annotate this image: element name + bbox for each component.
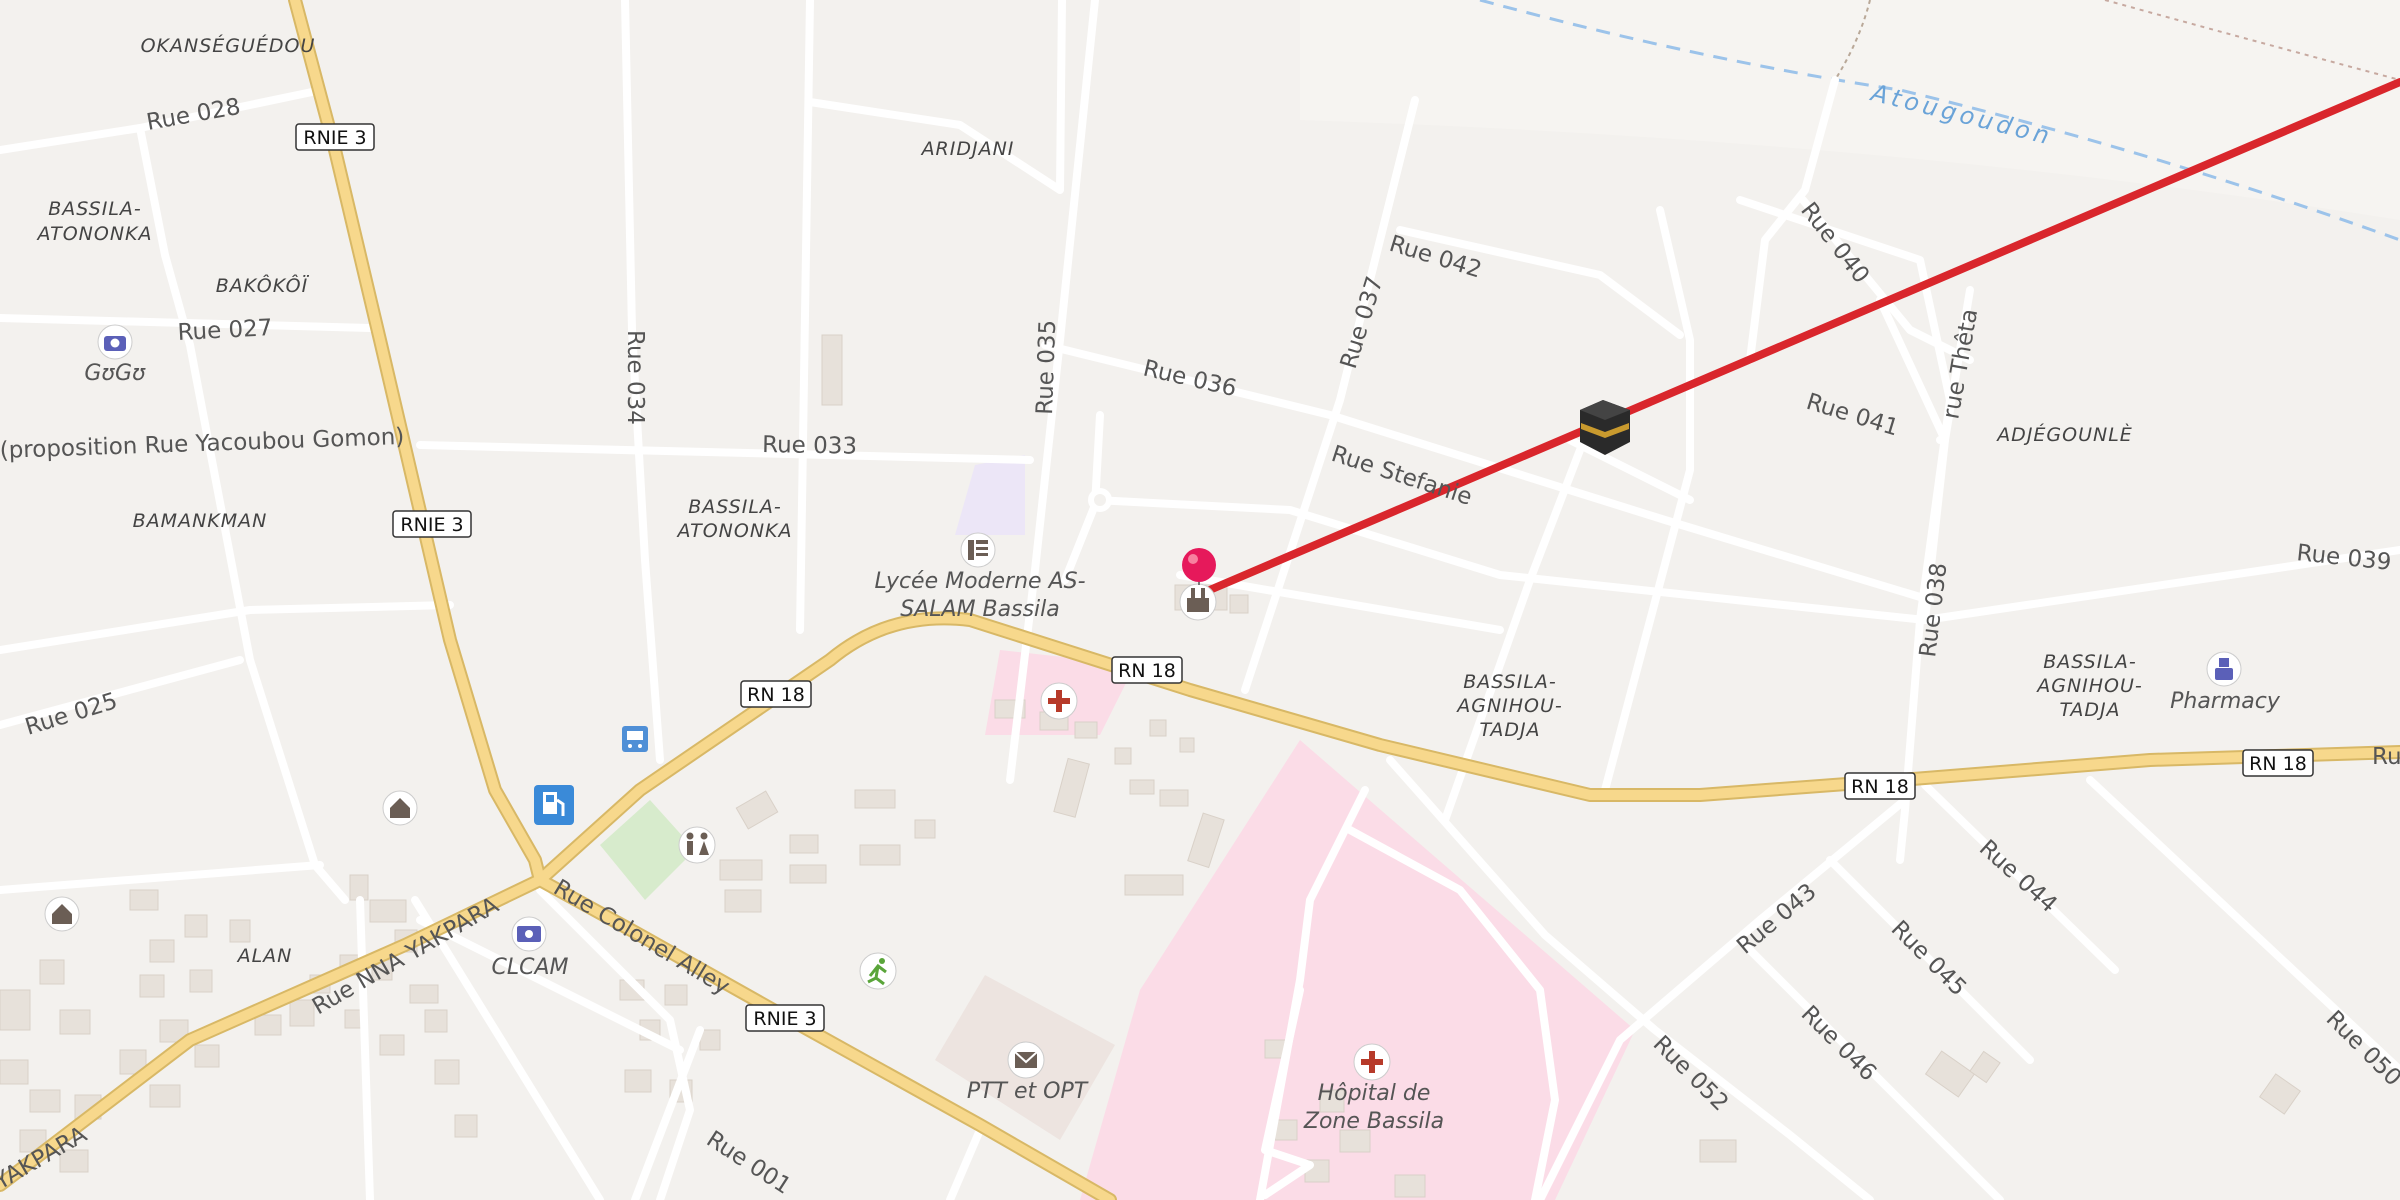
place-bassila-atononka: ATONONKA bbox=[35, 223, 152, 245]
place-bassila-agnihou-tadja: TADJA bbox=[1479, 719, 1540, 741]
poi-label-ptt: PTT et OPT bbox=[967, 1079, 1089, 1104]
poi-toilets[interactable] bbox=[678, 826, 716, 864]
poi-sports[interactable] bbox=[859, 952, 897, 990]
place-bassila-agnihou-tadja: BASSILA- bbox=[2043, 651, 2137, 673]
poi-label-lycee: Lycée Moderne AS- bbox=[874, 569, 1085, 594]
place-bassila-atononka: BASSILA- bbox=[48, 198, 142, 220]
poi-church[interactable] bbox=[44, 896, 80, 932]
shield-rn18: RN 18 bbox=[1111, 656, 1183, 684]
svg-text:RNIE 3: RNIE 3 bbox=[400, 514, 463, 536]
place-aridjani: ARIDJANI bbox=[920, 138, 1015, 160]
poi-label-hopital: Zone Bassila bbox=[1303, 1109, 1444, 1134]
street-rue-035: Rue 035 bbox=[1032, 319, 1061, 415]
place-bakokoi: BAKÔKÔÏ bbox=[216, 273, 310, 297]
place-bassila-atononka: ATONONKA bbox=[675, 520, 792, 542]
poi-label-hopital: Hôpital de bbox=[1318, 1081, 1431, 1106]
svg-text:RN 18: RN 18 bbox=[1118, 660, 1176, 682]
street-rue-027: Rue 027 bbox=[177, 315, 273, 346]
place-bassila-agnihou-tadja: BASSILA- bbox=[1463, 671, 1557, 693]
poi-label-lycee: SALAM Bassila bbox=[900, 597, 1060, 622]
svg-text:RN 18: RN 18 bbox=[1851, 776, 1909, 798]
svg-text:RN 18: RN 18 bbox=[2249, 753, 2307, 775]
shield-rnie3: RNIE 3 bbox=[745, 1004, 825, 1032]
place-bassila-agnihou-tadja: AGNIHOU- bbox=[2035, 675, 2143, 697]
roundabout bbox=[1088, 488, 1112, 512]
place-bassila-agnihou-tadja: AGNIHOU- bbox=[1455, 695, 1563, 717]
svg-text:RN 18: RN 18 bbox=[747, 684, 805, 706]
poi-fuel[interactable] bbox=[534, 785, 574, 825]
shield-rnie3: RNIE 3 bbox=[392, 510, 472, 538]
shield-rn18: RN 18 bbox=[740, 680, 812, 708]
poi-church[interactable] bbox=[382, 790, 418, 826]
place-adjegounle: ADJÉGOUNLÈ bbox=[1995, 423, 2133, 446]
map-canvas[interactable]: OKANSÉGUÉDOU ARIDJANI BASSILA- ATONONKA … bbox=[0, 0, 2400, 1200]
toilets-icon bbox=[678, 826, 716, 864]
poi-bus[interactable] bbox=[622, 726, 648, 752]
place-bassila-agnihou-tadja: TADJA bbox=[2059, 699, 2120, 721]
svg-text:RNIE 3: RNIE 3 bbox=[303, 127, 366, 149]
poi-label-pharmacy: Pharmacy bbox=[2170, 689, 2281, 714]
poi-label-gugu: GʊGʊ bbox=[84, 361, 146, 386]
poi-hospital-clinic[interactable] bbox=[1040, 682, 1078, 720]
poi-label-clcam: CLCAM bbox=[491, 955, 568, 980]
shield-rn18: RN 18 bbox=[1844, 772, 1916, 800]
street-rue-033: Rue 033 bbox=[762, 432, 857, 460]
place-alan: ALAN bbox=[236, 945, 293, 967]
street-rue-034: Rue 034 bbox=[622, 330, 648, 425]
shield-rnie3: RNIE 3 bbox=[295, 123, 375, 151]
place-bamankman: BAMANKMAN bbox=[133, 510, 268, 532]
street-edge-label: Ru bbox=[2372, 744, 2400, 770]
svg-text:RNIE 3: RNIE 3 bbox=[753, 1008, 816, 1030]
place-okansegedou: OKANSÉGUÉDOU bbox=[141, 34, 316, 57]
place-bassila-atononka: BASSILA- bbox=[688, 496, 782, 518]
shield-rn18: RN 18 bbox=[2242, 749, 2314, 777]
poi-mosque[interactable] bbox=[1179, 583, 1217, 621]
